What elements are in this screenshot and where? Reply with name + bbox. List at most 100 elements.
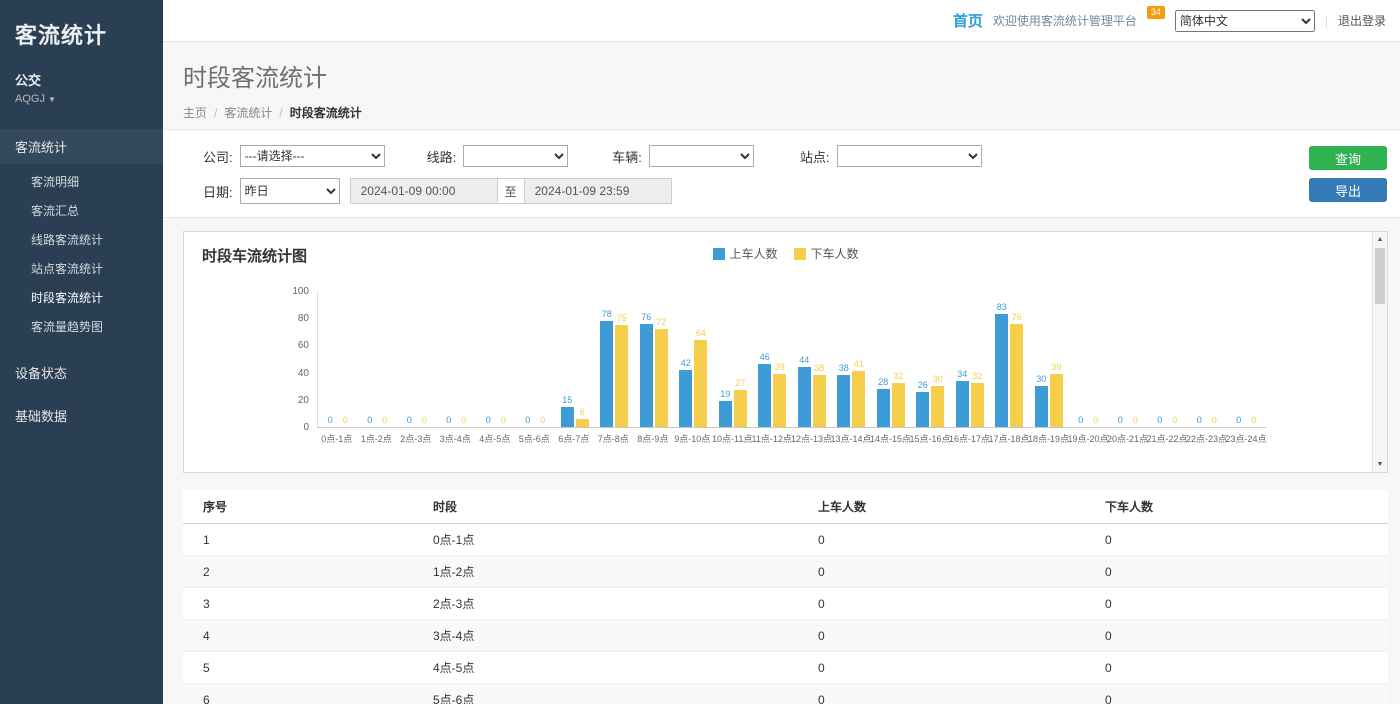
bar-alighting[interactable] [1010, 324, 1023, 427]
bar-boarding[interactable] [916, 392, 929, 427]
bar-alighting[interactable] [615, 325, 628, 427]
bar-alighting[interactable] [1050, 374, 1063, 427]
notification-badge[interactable]: 34 [1147, 6, 1165, 19]
bar-boarding[interactable] [561, 407, 574, 427]
bar-alighting[interactable] [813, 375, 826, 427]
table-cell: 3点-4点 [433, 620, 818, 652]
bar-column: 83 [995, 303, 1008, 427]
chart-scrollbar[interactable]: ▲ ▼ [1372, 232, 1387, 472]
bar-boarding[interactable] [837, 375, 850, 427]
bar-column: 0 [497, 416, 510, 427]
bar-value-label: 0 [461, 416, 466, 425]
logout-link[interactable]: 退出登录 [1338, 12, 1386, 29]
bar-alighting[interactable] [773, 374, 786, 427]
bar-boarding[interactable] [877, 389, 890, 427]
sidebar-section-passenger-stats[interactable]: 客流统计 [0, 129, 163, 164]
bar-alighting[interactable] [931, 386, 944, 427]
y-axis-tick: 60 [298, 341, 309, 351]
bar-boarding[interactable] [995, 314, 1008, 427]
station-select[interactable] [837, 145, 982, 167]
scrollbar-up-arrow-icon[interactable]: ▲ [1373, 232, 1387, 247]
bar-value-label: 19 [720, 390, 730, 399]
bar-column: 30 [931, 375, 944, 427]
bar-value-label: 75 [617, 314, 627, 323]
export-button[interactable]: 导出 [1309, 178, 1387, 202]
bar-column: 19 [719, 390, 732, 427]
table-cell: 3 [183, 588, 433, 620]
date-from-input[interactable] [350, 178, 498, 204]
legend-item[interactable]: 上车人数 [712, 245, 777, 262]
table-header-cell: 序号 [183, 490, 433, 524]
bar-value-label: 76 [641, 313, 651, 322]
scrollbar-thumb[interactable] [1375, 248, 1385, 304]
bar-column: 0 [442, 416, 455, 427]
bar-boarding[interactable] [600, 321, 613, 427]
scrollbar-track[interactable] [1373, 304, 1387, 457]
company-label: 公司: [203, 147, 233, 166]
bar-column: 75 [615, 314, 628, 427]
home-link[interactable]: 首页 [953, 10, 983, 31]
table-header-cell: 时段 [433, 490, 818, 524]
sidebar-subitem[interactable]: 客流量趋势图 [0, 312, 163, 341]
bar-boarding[interactable] [798, 367, 811, 427]
x-axis-label: 23点-24点 [1226, 432, 1266, 445]
table-cell: 0 [1105, 652, 1388, 684]
bar-value-label: 42 [681, 359, 691, 368]
sidebar-subitem[interactable]: 线路客流统计 [0, 225, 163, 254]
company-select[interactable]: ---请选择--- [240, 145, 385, 167]
bar-alighting[interactable] [971, 383, 984, 427]
vehicle-select[interactable] [649, 145, 754, 167]
profile-user-menu[interactable]: AQGJ▼ [15, 93, 163, 105]
date-to-input[interactable] [524, 178, 672, 204]
sidebar-menu: 客流统计 客流明细客流汇总线路客流统计站点客流统计时段客流统计客流量趋势图 设备… [0, 129, 163, 433]
bar-alighting[interactable] [655, 329, 668, 427]
bar-column: 38 [813, 364, 826, 427]
scrollbar-down-arrow-icon[interactable]: ▼ [1373, 457, 1387, 472]
sidebar-section-base-data[interactable]: 基础数据 [0, 398, 163, 433]
bar-alighting[interactable] [852, 371, 865, 427]
table-cell: 0 [818, 652, 1105, 684]
table-cell: 0 [1105, 620, 1388, 652]
bar-boarding[interactable] [758, 364, 771, 427]
query-button[interactable]: 查询 [1309, 146, 1387, 170]
x-axis-label: 21点-22点 [1147, 432, 1187, 445]
bar-alighting[interactable] [694, 340, 707, 427]
date-range-group: 至 [350, 178, 672, 204]
bar-value-label: 32 [972, 372, 982, 381]
bar-boarding[interactable] [640, 324, 653, 427]
table-cell: 0 [818, 588, 1105, 620]
bar-boarding[interactable] [719, 401, 732, 427]
sidebar-subitem[interactable]: 时段客流统计 [0, 283, 163, 312]
table-cell: 4点-5点 [433, 652, 818, 684]
bar-column: 0 [418, 416, 431, 427]
date-preset-select[interactable]: 昨日 [240, 178, 340, 204]
bar-value-label: 0 [343, 416, 348, 425]
bar-boarding[interactable] [679, 370, 692, 427]
sidebar-subitem[interactable]: 客流汇总 [0, 196, 163, 225]
legend-swatch-icon [794, 248, 806, 260]
sidebar-subitem[interactable]: 客流明细 [0, 167, 163, 196]
welcome-text: 欢迎使用客流统计管理平台 [993, 12, 1137, 29]
bar-group: 00 [1227, 291, 1267, 427]
bar-alighting[interactable] [734, 390, 747, 427]
sidebar-subitem[interactable]: 站点客流统计 [0, 254, 163, 283]
table-cell: 5点-6点 [433, 684, 818, 704]
bar-alighting[interactable] [576, 419, 589, 427]
bar-column: 42 [679, 359, 692, 427]
profile-org: 公交 [15, 70, 163, 89]
breadcrumb-parent[interactable]: 客流统计 [224, 106, 272, 120]
bar-boarding[interactable] [1035, 386, 1048, 427]
sidebar-section-device-status[interactable]: 设备状态 [0, 355, 163, 390]
bar-alighting[interactable] [892, 383, 905, 427]
line-select[interactable] [463, 145, 568, 167]
table-cell: 1 [183, 524, 433, 556]
bar-value-label: 0 [1133, 416, 1138, 425]
language-select[interactable]: 简体中文 [1175, 10, 1315, 32]
legend-item[interactable]: 下车人数 [794, 245, 859, 262]
bar-group: 156 [555, 291, 595, 427]
bar-boarding[interactable] [956, 381, 969, 427]
bar-value-label: 39 [775, 363, 785, 372]
filter-row-2: 日期: 昨日 至 [203, 178, 1386, 204]
bar-column: 0 [378, 416, 391, 427]
breadcrumb-home[interactable]: 主页 [183, 106, 207, 120]
